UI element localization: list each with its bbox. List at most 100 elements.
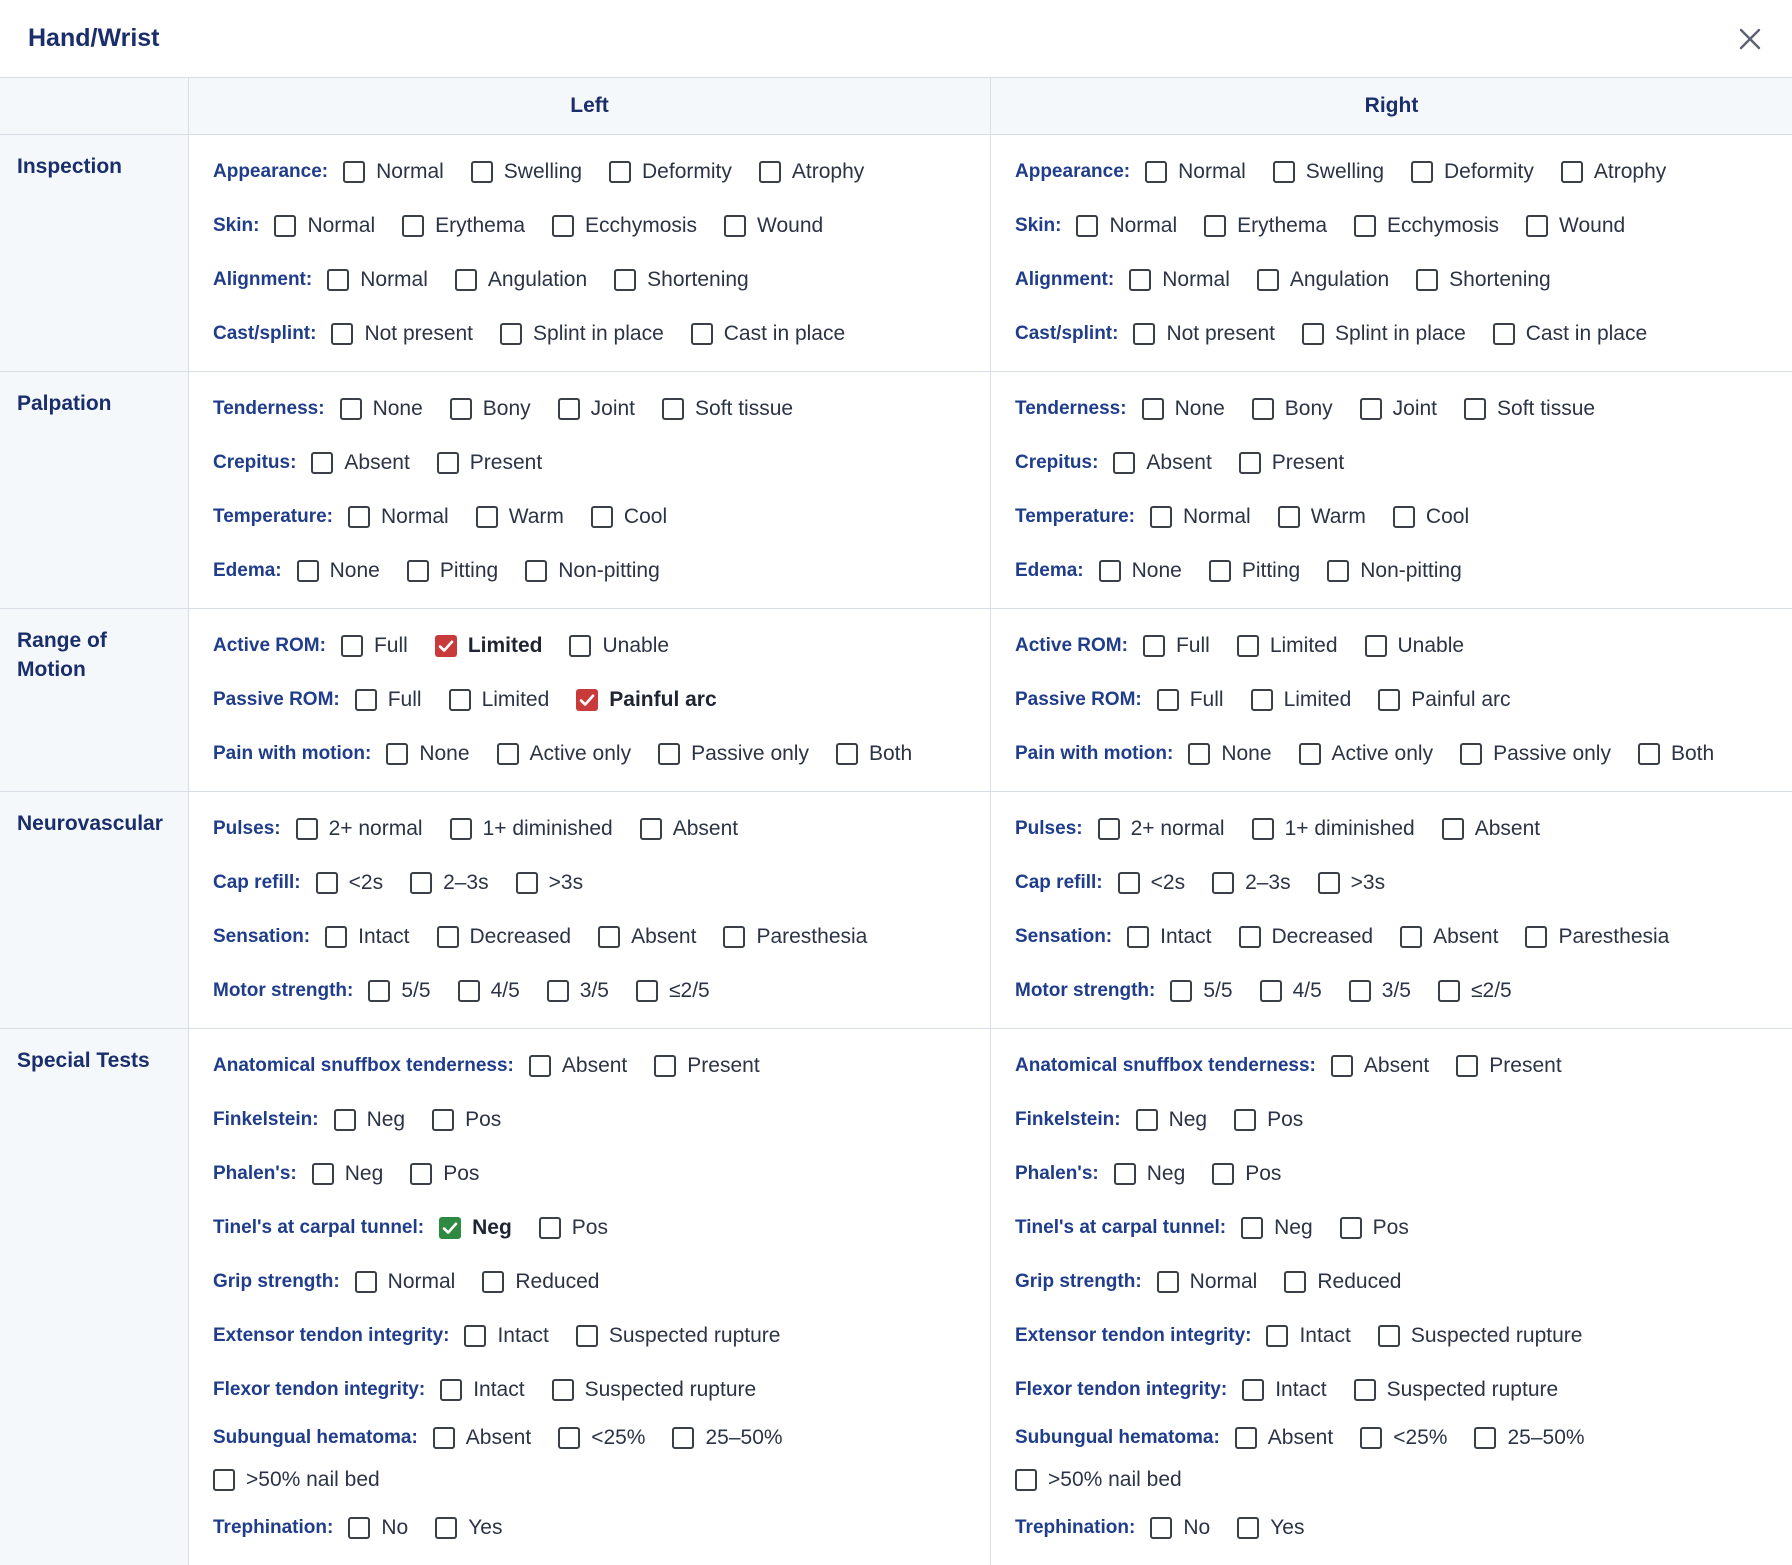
checkbox[interactable]: [1330, 1055, 1353, 1077]
option-cool[interactable]: Cool: [590, 496, 667, 538]
checkbox[interactable]: [1234, 1427, 1257, 1449]
option-warm[interactable]: Warm: [475, 496, 564, 538]
checkbox[interactable]: [1251, 398, 1274, 420]
checkbox[interactable]: [1474, 1427, 1497, 1449]
checkbox[interactable]: [274, 215, 297, 237]
option-neg[interactable]: Neg: [1241, 1207, 1313, 1249]
checkbox[interactable]: [1113, 452, 1136, 474]
checkbox[interactable]: [449, 818, 472, 840]
option-bony[interactable]: Bony: [1251, 388, 1333, 430]
checkbox[interactable]: [339, 398, 362, 420]
checkbox[interactable]: [1142, 635, 1165, 657]
checkbox[interactable]: [331, 323, 354, 345]
option-normal[interactable]: Normal: [1076, 205, 1177, 247]
option-joint[interactable]: Joint: [557, 388, 635, 430]
checkbox[interactable]: [1284, 1271, 1307, 1293]
checkbox[interactable]: [432, 1427, 455, 1449]
option-full[interactable]: Full: [354, 679, 422, 721]
checkbox[interactable]: [386, 743, 409, 765]
checkbox[interactable]: [1302, 323, 1325, 345]
option-angulation[interactable]: Angulation: [1256, 259, 1389, 301]
checkbox[interactable]: [1272, 161, 1295, 183]
checkbox[interactable]: [368, 980, 391, 1002]
option-passive-only[interactable]: Passive only: [1460, 733, 1611, 775]
option-2s[interactable]: <2s: [1117, 862, 1185, 904]
option-painful-arc[interactable]: Painful arc: [1378, 679, 1511, 721]
checkbox[interactable]: [333, 1109, 356, 1131]
checkbox[interactable]: [758, 161, 781, 183]
checkbox[interactable]: [1298, 743, 1321, 765]
checkbox[interactable]: [1156, 1271, 1179, 1293]
option-suspected-rupture[interactable]: Suspected rupture: [1353, 1369, 1558, 1411]
checkbox[interactable]: [1237, 1517, 1260, 1539]
checkbox[interactable]: [470, 161, 493, 183]
checkbox[interactable]: [1353, 1379, 1376, 1401]
option-suspected-rupture[interactable]: Suspected rupture: [575, 1315, 780, 1357]
checkbox[interactable]: [1317, 872, 1340, 894]
option-shortening[interactable]: Shortening: [1416, 259, 1551, 301]
checkbox[interactable]: [1234, 1109, 1257, 1131]
checkbox[interactable]: [454, 269, 477, 291]
option-deformity[interactable]: Deformity: [609, 151, 732, 193]
checkbox[interactable]: [327, 269, 350, 291]
checkbox[interactable]: [835, 743, 858, 765]
option-both[interactable]: Both: [835, 733, 912, 775]
option-pos[interactable]: Pos: [1339, 1207, 1409, 1249]
option-full[interactable]: Full: [340, 625, 408, 667]
checkbox[interactable]: [525, 560, 548, 582]
checkbox[interactable]: [1156, 689, 1179, 711]
checkbox[interactable]: [1525, 926, 1548, 948]
option-swelling[interactable]: Swelling: [1272, 151, 1384, 193]
checkbox[interactable]: [1526, 215, 1549, 237]
option-50-nail-bed[interactable]: >50% nail bed: [1015, 1459, 1182, 1501]
option-pitting[interactable]: Pitting: [1208, 550, 1300, 592]
checkbox[interactable]: [1135, 1109, 1158, 1131]
checkbox[interactable]: [1212, 872, 1235, 894]
checkbox[interactable]: [348, 506, 371, 528]
option-yes[interactable]: Yes: [435, 1507, 502, 1549]
option-yes[interactable]: Yes: [1237, 1507, 1304, 1549]
option-pos[interactable]: Pos: [410, 1153, 479, 1195]
checkbox[interactable]: [1117, 872, 1140, 894]
option-none[interactable]: None: [296, 550, 380, 592]
option-normal[interactable]: Normal: [348, 496, 449, 538]
option-full[interactable]: Full: [1142, 625, 1210, 667]
checkbox[interactable]: [609, 161, 632, 183]
checkbox[interactable]: [448, 689, 471, 711]
checkbox[interactable]: [1113, 1163, 1136, 1185]
checkbox[interactable]: [1400, 926, 1423, 948]
option-splint-in-place[interactable]: Splint in place: [500, 313, 664, 355]
option-intact[interactable]: Intact: [1127, 916, 1212, 958]
option-intact[interactable]: Intact: [325, 916, 410, 958]
checkbox[interactable]: [515, 872, 538, 894]
checkbox[interactable]: [1266, 1325, 1289, 1347]
checkbox[interactable]: [295, 818, 318, 840]
option-not-present[interactable]: Not present: [331, 313, 473, 355]
checkbox[interactable]: [343, 161, 366, 183]
option-decreased[interactable]: Decreased: [1238, 916, 1373, 958]
option-joint[interactable]: Joint: [1359, 388, 1437, 430]
option-passive-only[interactable]: Passive only: [658, 733, 809, 775]
option-neg[interactable]: Neg: [439, 1207, 512, 1249]
option-limited[interactable]: Limited: [434, 625, 542, 667]
checkbox[interactable]: [475, 506, 498, 528]
option-absent[interactable]: Absent: [1330, 1045, 1429, 1087]
checkbox[interactable]: [1133, 323, 1156, 345]
option-25[interactable]: <25%: [558, 1417, 645, 1459]
option-ecchymosis[interactable]: Ecchymosis: [1354, 205, 1499, 247]
option-2-normal[interactable]: 2+ normal: [1097, 808, 1225, 850]
option-25-50[interactable]: 25–50%: [672, 1417, 783, 1459]
option-suspected-rupture[interactable]: Suspected rupture: [551, 1369, 756, 1411]
checkbox[interactable]: [552, 215, 575, 237]
checkbox-checked[interactable]: [434, 635, 457, 657]
option-normal[interactable]: Normal: [343, 151, 444, 193]
option-erythema[interactable]: Erythema: [402, 205, 525, 247]
checkbox[interactable]: [1204, 215, 1227, 237]
option-both[interactable]: Both: [1637, 733, 1714, 775]
option-5-5[interactable]: 5/5: [1170, 970, 1233, 1012]
checkbox[interactable]: [213, 1469, 235, 1491]
option-pitting[interactable]: Pitting: [406, 550, 498, 592]
checkbox[interactable]: [1416, 269, 1439, 291]
option-3s[interactable]: >3s: [515, 862, 583, 904]
checkbox[interactable]: [1129, 269, 1152, 291]
